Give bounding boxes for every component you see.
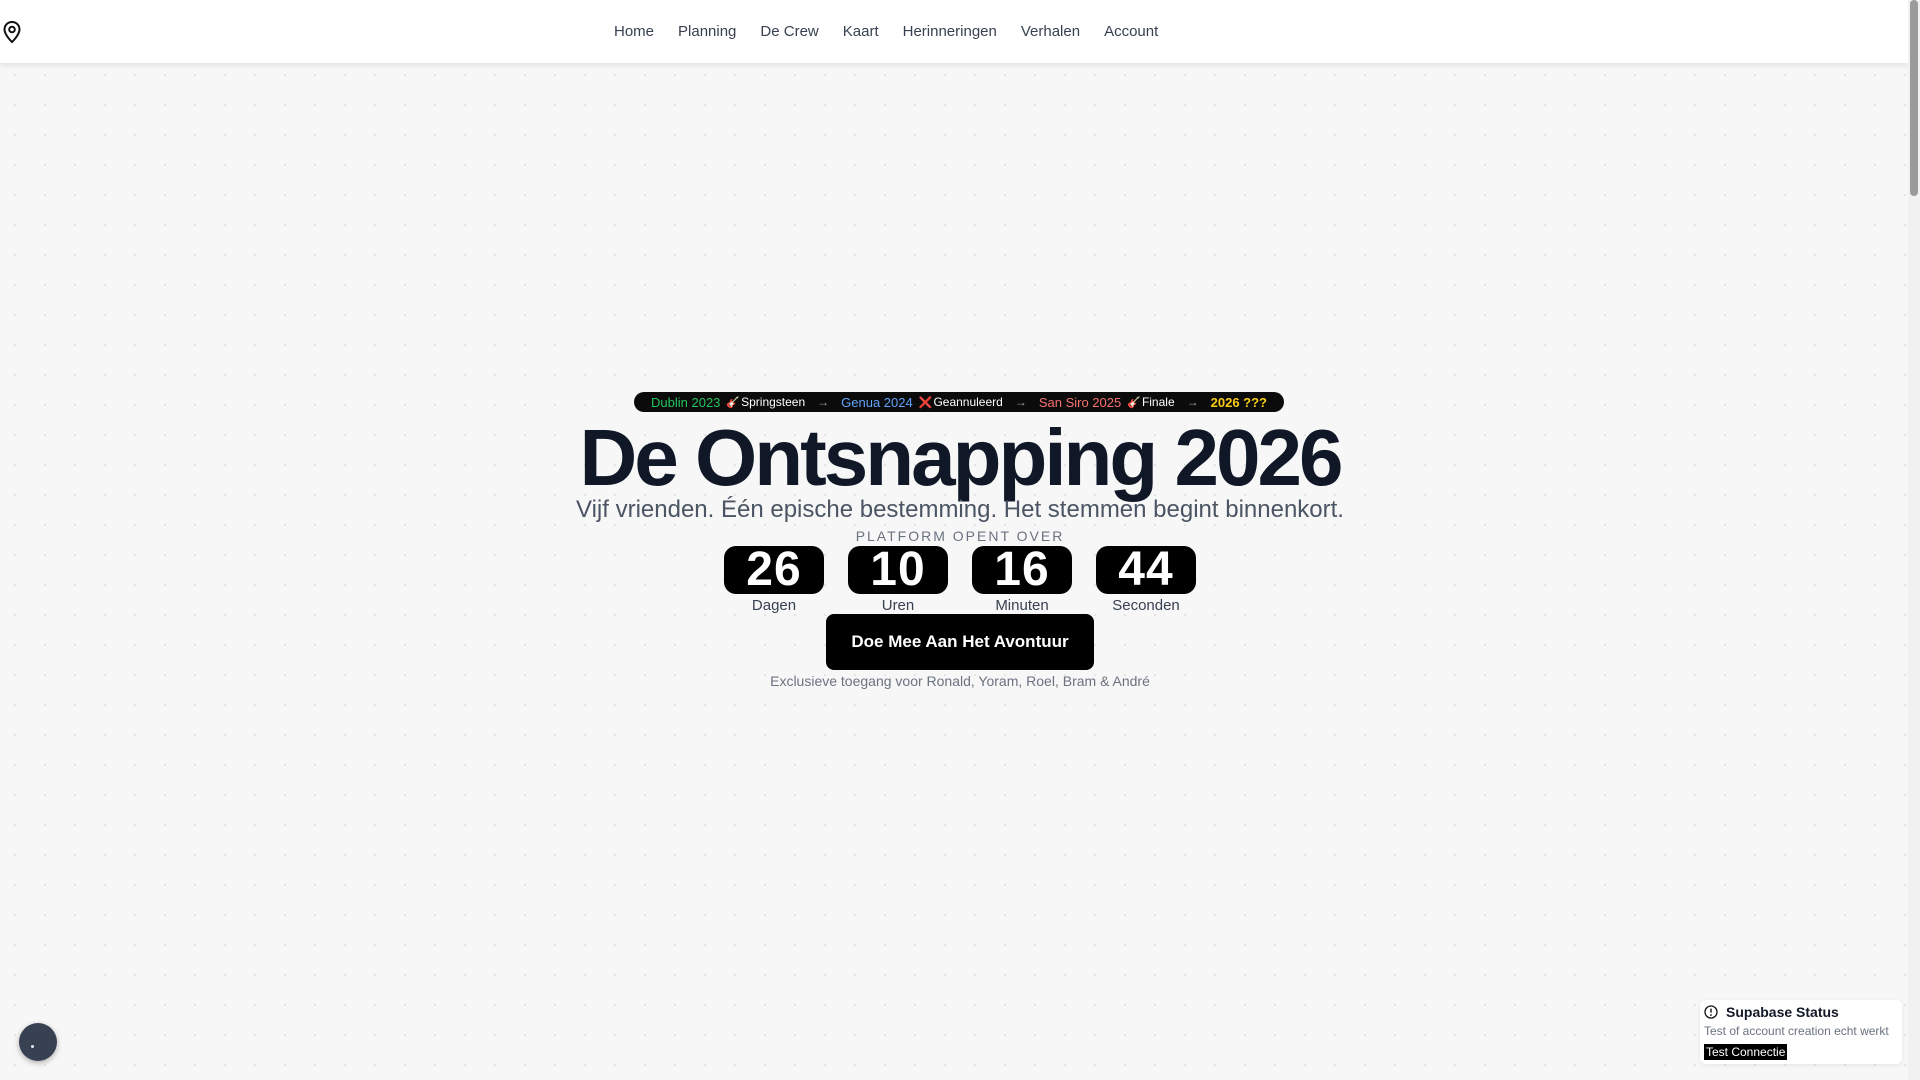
nav-item-verhalen[interactable]: Verhalen: [1021, 23, 1080, 40]
nav-item-account[interactable]: Account: [1104, 23, 1158, 40]
page-scrollbar-thumb[interactable]: [1910, 0, 1918, 196]
guitar-icon: 🎸: [726, 396, 741, 409]
dot-icon: [31, 1045, 34, 1048]
timeline-place: Dublin 2023: [651, 394, 721, 410]
timeline-item: 2026 ???: [1211, 395, 1267, 410]
concert-timeline-pill: Dublin 2023 🎸 Springsteen → Genua 2024 ❌ Geann…: [634, 392, 1284, 412]
exclusive-access-note: Exclusieve toegang voor Ronald, Yoram, R…: [770, 673, 1150, 689]
arrow-right-icon: →: [1186, 395, 1199, 409]
supabase-status-card: Supabase Status Test of account creation…: [1700, 1000, 1902, 1064]
timeline-place: 2026 ???: [1210, 394, 1267, 410]
countdown-timer: 26 Dagen 10 Uren 16 Minuten 44 Seconden: [0, 546, 1920, 614]
timeline-note: Finale: [1141, 395, 1175, 409]
nav-item-planning[interactable]: Planning: [678, 23, 736, 40]
main-nav: Home Planning De Crew Kaart Herinneringe…: [614, 0, 1182, 63]
page-subtitle: Vijf vrienden. Één epische bestemming. H…: [576, 496, 1344, 523]
timeline-item: Genua 2024 ❌ Geannuleerd: [841, 395, 1003, 410]
timeline-item: San Siro 2025 🎸 Finale: [1039, 395, 1175, 410]
timeline-place: Genua 2024: [841, 394, 913, 410]
hero-section: Dublin 2023 🎸 Springsteen → Genua 2024 ❌ Geann…: [0, 0, 1908, 1080]
join-adventure-button[interactable]: Doe Mee Aan Het Avontuur: [826, 614, 1094, 670]
countdown-minutes-label: Minuten: [995, 597, 1049, 614]
countdown-minutes-value: 16: [972, 546, 1072, 594]
map-pin-icon[interactable]: [2, 20, 22, 44]
countdown-seconds-label: Seconden: [1112, 597, 1180, 614]
countdown-heading: PLATFORM OPENT OVER: [855, 528, 1065, 544]
test-connection-button[interactable]: Test Connectie: [1704, 1044, 1788, 1060]
countdown-hours-label: Uren: [881, 597, 915, 614]
arrow-right-icon: →: [817, 395, 830, 409]
countdown-seconds-value: 44: [1096, 546, 1196, 594]
top-navigation-bar: Home Planning De Crew Kaart Herinneringe…: [0, 0, 1908, 63]
countdown-days-label: Dagen: [751, 597, 797, 614]
status-card-description: Test of account creation echt werkt: [1704, 1024, 1889, 1038]
countdown-seconds: 44 Seconden: [1096, 546, 1196, 614]
countdown-hours-value: 10: [848, 546, 948, 594]
status-card-title: Supabase Status: [1726, 1004, 1839, 1020]
nav-item-kaart[interactable]: Kaart: [843, 23, 879, 40]
timeline-place: San Siro 2025: [1038, 394, 1122, 410]
countdown-minutes: 16 Minuten: [972, 546, 1072, 614]
countdown-hours: 10 Uren: [848, 546, 948, 614]
timeline-note: Springsteen: [741, 395, 806, 409]
arrow-right-icon: →: [1014, 395, 1027, 409]
nav-item-herinneringen[interactable]: Herinneringen: [903, 23, 997, 40]
status-card-header: Supabase Status: [1704, 1004, 1839, 1020]
cross-icon: ❌: [918, 396, 933, 409]
info-circle-icon: [1704, 1005, 1718, 1019]
timeline-item: Dublin 2023 🎸 Springsteen: [651, 395, 805, 410]
nav-item-de-crew[interactable]: De Crew: [760, 23, 818, 40]
countdown-days-value: 26: [724, 546, 824, 594]
floating-action-button[interactable]: [19, 1023, 57, 1061]
timeline-note: Geannuleerd: [933, 395, 1003, 409]
page-title: De Ontsnapping 2026: [579, 413, 1344, 502]
countdown-days: 26 Dagen: [724, 546, 824, 614]
nav-item-home[interactable]: Home: [614, 23, 654, 40]
guitar-icon: 🎸: [1127, 396, 1141, 409]
